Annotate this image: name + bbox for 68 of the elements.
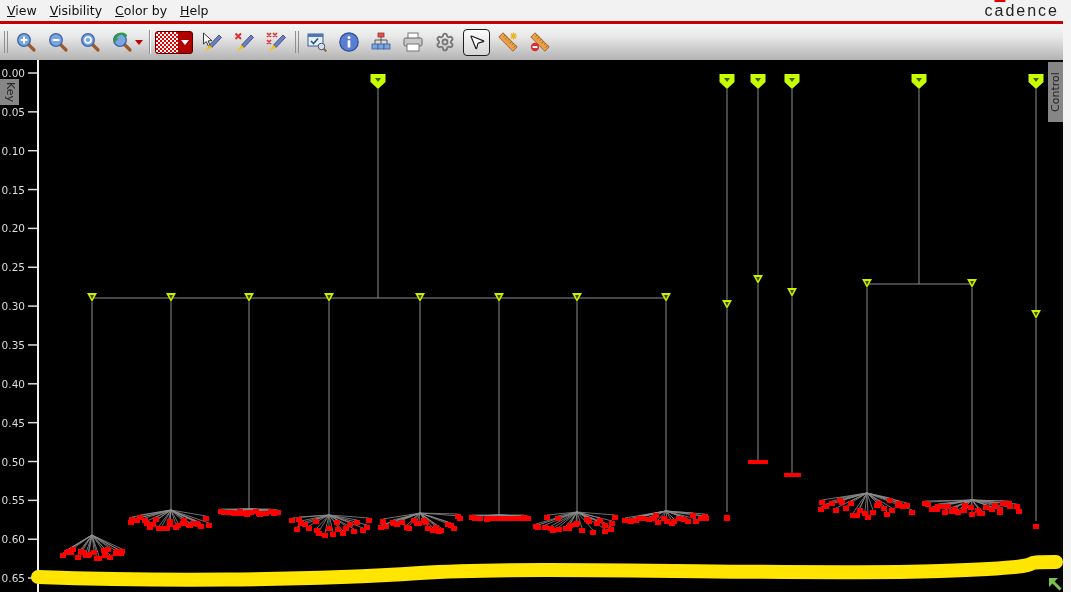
node-marker-icon — [661, 293, 671, 302]
node-marker-icon — [722, 300, 732, 309]
tick-label: 0.35 — [1, 338, 25, 351]
ruler-star-icon — [498, 32, 518, 52]
control-tab[interactable]: Control — [1048, 62, 1063, 122]
node-marker-icon — [1031, 310, 1041, 319]
magnifier-ring-icon — [80, 32, 100, 52]
expand-arrow-icon[interactable] — [1048, 577, 1062, 591]
node-marker-icon — [967, 279, 977, 288]
menu-item[interactable]: Help — [180, 2, 209, 19]
leaf-node — [784, 473, 801, 477]
tick-label: 0.65 — [1, 572, 25, 585]
node-marker-icon — [370, 74, 386, 89]
window-check-icon — [307, 32, 327, 52]
tick-label: 0.30 — [1, 300, 25, 313]
node-marker-icon — [784, 74, 800, 89]
magnifier-arrow-icon — [112, 32, 132, 52]
tick-label: 0.15 — [1, 183, 25, 196]
node-marker-icon — [750, 74, 766, 89]
tick-label: 0.05 — [1, 105, 25, 118]
node-marker-icon — [87, 293, 97, 302]
tick-label: 0.50 — [1, 455, 25, 468]
leaf-fan-drawing — [60, 534, 125, 561]
settings-icon — [435, 32, 455, 52]
node-marker-icon — [324, 293, 334, 302]
leaf-fan-drawing — [218, 508, 281, 517]
leaf-fan-drawing — [469, 514, 531, 522]
node-marker-icon — [862, 279, 872, 288]
zoom-in-icon — [16, 32, 36, 52]
checker-swatch-icon — [156, 31, 178, 53]
logo-text: cadence — [984, 1, 1059, 20]
menu-item[interactable]: View — [7, 2, 37, 19]
caret-icon — [135, 39, 143, 45]
printer-icon — [403, 32, 423, 52]
tick-label: 0.20 — [1, 222, 25, 235]
pointer-button[interactable] — [463, 28, 490, 56]
caret-icon — [181, 39, 189, 45]
info-icon — [339, 32, 359, 52]
tick-label: 0.40 — [1, 377, 25, 390]
tick-label: 0.60 — [1, 533, 25, 546]
tick-label: 0.55 — [1, 494, 25, 507]
color-button[interactable] — [155, 30, 193, 54]
tick-label: 0.10 — [1, 144, 25, 157]
node-marker-icon — [166, 293, 176, 302]
hierarchy-icon — [371, 32, 391, 52]
node-marker-icon — [494, 293, 504, 302]
node-marker-icon — [415, 293, 425, 302]
pen-crosses-icon — [266, 32, 286, 52]
zoom-out-icon — [48, 32, 68, 52]
node-marker-icon — [244, 293, 254, 302]
node-marker-icon — [787, 288, 797, 297]
leaf-node — [1033, 524, 1039, 529]
leaf-node — [724, 515, 730, 521]
node-marker-icon — [911, 74, 927, 89]
cursor-pen-icon — [202, 32, 222, 52]
pen-cross-icon — [234, 32, 254, 52]
tick-label: 0.00 — [1, 67, 25, 79]
key-tab[interactable]: Key — [0, 79, 19, 105]
node-marker-icon — [1028, 74, 1044, 89]
cursor-icon — [467, 33, 486, 51]
menu-item[interactable]: Color by — [115, 2, 168, 19]
node-marker-icon — [753, 275, 763, 284]
leaf-node — [748, 460, 768, 464]
node-marker-icon — [719, 74, 735, 89]
tick-label: 0.25 — [1, 261, 25, 274]
node-marker-icon — [572, 293, 582, 302]
menu-item[interactable]: Visibility — [49, 2, 103, 19]
tick-label: 0.45 — [1, 416, 25, 429]
